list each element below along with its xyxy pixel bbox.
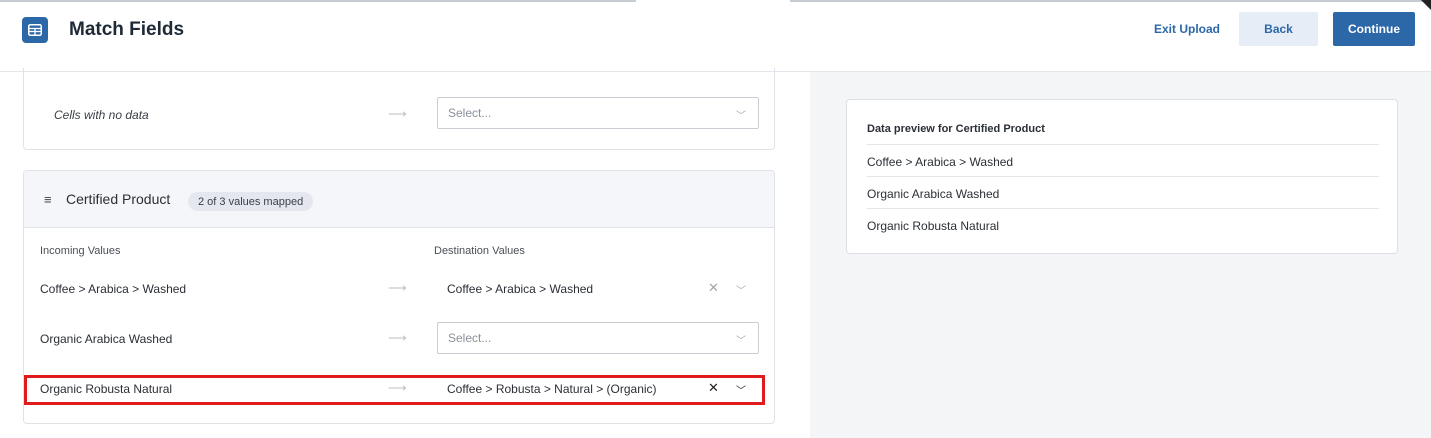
destination-value[interactable]: Coffee > Arabica > Washed [447,282,593,296]
empty-cells-label: Cells with no data [54,108,149,122]
preview-item: Organic Robusta Natural [867,219,1000,233]
highlighted-row-outline [24,375,765,405]
continue-button[interactable]: Continue [1333,12,1415,46]
data-preview-card: Data preview for Certified Product Coffe… [846,99,1398,254]
select-placeholder: Select... [448,331,492,345]
divider [867,144,1379,145]
top-divider [790,0,1431,2]
divider [867,176,1379,177]
incoming-value: Organic Arabica Washed [40,332,173,346]
section-title: Certified Product [66,191,171,207]
incoming-value: Coffee > Arabica > Washed [40,282,187,296]
destination-values-header: Destination Values [434,245,525,257]
section-header[interactable]: ≡ Certified Product 2 of 3 values mapped [24,171,774,228]
page-title: Match Fields [69,19,185,40]
window-corner [1421,0,1431,10]
back-button[interactable]: Back [1239,12,1318,46]
chevron-down-icon: ﹀ [736,111,746,122]
top-divider [0,0,636,2]
arrow-right-icon: ⟶ [388,280,407,295]
empty-cells-card: Cells with no data ⟶ Select... ﹀ [23,68,775,150]
exit-upload-button[interactable]: Exit Upload [1140,12,1234,46]
preview-panel: Data preview for Certified Product Coffe… [810,72,1431,438]
arrow-right-icon: ⟶ [388,330,407,345]
divider [867,208,1379,209]
preview-title: Data preview for Certified Product [867,123,1045,135]
clear-icon[interactable]: ✕ [708,280,719,296]
chevron-down-icon[interactable]: ﹀ [736,282,746,297]
list-icon: ≡ [44,192,52,207]
chevron-down-icon: ﹀ [736,336,746,347]
preview-item: Organic Arabica Washed [867,187,1000,201]
incoming-values-header: Incoming Values [40,245,121,257]
select-placeholder: Select... [448,106,492,120]
mapped-count-badge: 2 of 3 values mapped [188,192,314,211]
app-header: Match Fields Exit Upload Back Continue [0,0,1431,72]
preview-item: Coffee > Arabica > Washed [867,155,1014,169]
arrow-right-icon: ⟶ [388,106,407,121]
empty-cells-select[interactable]: Select... ﹀ [437,97,759,129]
destination-select[interactable]: Select... ﹀ [437,322,759,354]
table-icon [22,17,48,43]
